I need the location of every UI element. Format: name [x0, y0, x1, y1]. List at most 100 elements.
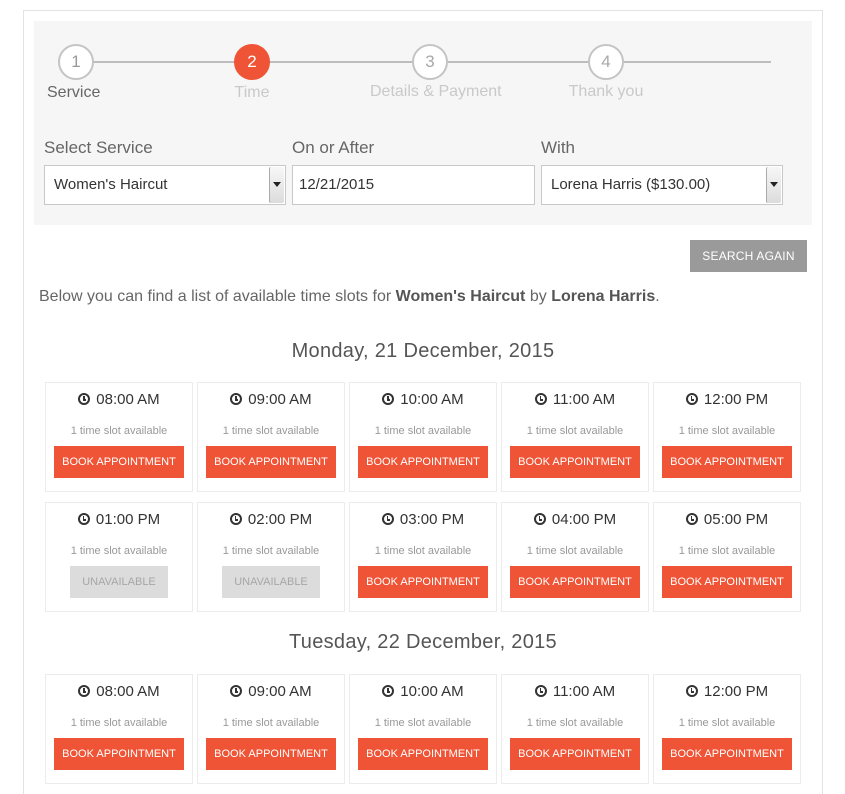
- book-appointment-button[interactable]: BOOK APPOINTMENT: [510, 738, 640, 770]
- slot-time: 11:00 AM: [502, 683, 648, 700]
- slot-time: 12:00 PM: [654, 683, 800, 700]
- book-appointment-button[interactable]: BOOK APPOINTMENT: [358, 446, 488, 478]
- slot-availability: 1 time slot available: [70, 545, 168, 557]
- search-again-button[interactable]: SEARCH AGAIN: [690, 240, 807, 272]
- clock-icon: [229, 513, 242, 525]
- slot-time-text: 12:00 PM: [703, 391, 769, 408]
- slot-availability: 1 time slot available: [222, 717, 320, 729]
- slot-availability: 1 time slot available: [222, 545, 320, 557]
- staff-label: With: [541, 138, 575, 157]
- book-appointment-button[interactable]: BOOK APPOINTMENT: [206, 446, 336, 478]
- step-label: Details & Payment: [370, 83, 502, 100]
- book-appointment-button[interactable]: BOOK APPOINTMENT: [358, 566, 488, 598]
- slot-availability: 1 time slot available: [374, 545, 472, 557]
- service-select[interactable]: Women's Haircut: [44, 165, 286, 205]
- book-appointment-button[interactable]: BOOK APPOINTMENT: [206, 738, 336, 770]
- unavailable-button: UNAVAILABLE: [70, 566, 168, 598]
- slot-availability: 1 time slot available: [526, 545, 624, 557]
- slot-time: 01:00 PM: [46, 511, 192, 528]
- intro-prefix: Below you can find a list of available t…: [39, 288, 396, 305]
- book-appointment-button[interactable]: BOOK APPOINTMENT: [662, 566, 792, 598]
- slot-time-text: 04:00 PM: [551, 511, 617, 528]
- slot-time: 09:00 AM: [198, 683, 344, 700]
- slot-time: 10:00 AM: [350, 683, 496, 700]
- step-number: 1: [58, 44, 94, 80]
- time-slot-card: 08:00 AM 1 time slot available BOOK APPOIN…: [45, 674, 193, 784]
- staff-select[interactable]: Lorena Harris ($130.00): [541, 165, 783, 205]
- clock-icon: [534, 685, 547, 697]
- slot-time: 12:00 PM: [654, 391, 800, 408]
- time-slot-card: 10:00 AM 1 time slot available BOOK APPOIN…: [349, 674, 497, 784]
- service-label: Select Service: [44, 138, 153, 157]
- step-number: 4: [588, 44, 624, 80]
- book-appointment-button[interactable]: BOOK APPOINTMENT: [54, 738, 184, 770]
- clock-icon: [78, 685, 91, 697]
- slot-time-text: 08:00 AM: [96, 391, 160, 408]
- slot-time-text: 08:00 AM: [96, 683, 160, 700]
- time-slot-card: 02:00 PM 1 time slot available UNAVAILABLE: [197, 502, 345, 612]
- clock-icon: [534, 393, 547, 405]
- time-slot-card: 12:00 PM 1 time slot available BOOK APPOIN…: [653, 382, 801, 492]
- slot-time-text: 11:00 AM: [552, 683, 616, 700]
- intro-middle: by: [525, 288, 552, 305]
- slot-time: 09:00 AM: [198, 391, 344, 408]
- slot-time-text: 09:00 AM: [248, 683, 312, 700]
- chevron-down-icon[interactable]: [766, 167, 781, 203]
- staff-select-value: Lorena Harris ($130.00): [551, 176, 711, 193]
- slot-time: 10:00 AM: [350, 391, 496, 408]
- slot-time-text: 05:00 PM: [703, 511, 769, 528]
- slot-time-text: 10:00 AM: [400, 391, 464, 408]
- intro-service: Women's Haircut: [395, 288, 526, 305]
- slot-time-text: 03:00 PM: [399, 511, 465, 528]
- slot-time-text: 02:00 PM: [247, 511, 313, 528]
- slot-availability: 1 time slot available: [678, 717, 776, 729]
- slot-time: 11:00 AM: [502, 391, 648, 408]
- step-service: 1 Service: [16, 44, 136, 102]
- time-slot-card: 08:00 AM 1 time slot available BOOK APPOIN…: [45, 382, 193, 492]
- intro-staff: Lorena Harris: [551, 288, 656, 305]
- slot-time: 05:00 PM: [654, 511, 800, 528]
- step-label: Service: [47, 84, 101, 101]
- clock-icon: [78, 393, 91, 405]
- step-label: Thank you: [568, 83, 644, 100]
- step-details-payment: 3 Details & Payment: [370, 44, 502, 101]
- clock-icon: [230, 393, 243, 405]
- slot-time: 02:00 PM: [198, 511, 344, 528]
- book-appointment-button[interactable]: BOOK APPOINTMENT: [358, 738, 488, 770]
- slot-availability: 1 time slot available: [526, 717, 624, 729]
- clock-icon: [685, 513, 698, 525]
- slot-availability: 1 time slot available: [678, 425, 776, 437]
- time-slot-card: 09:00 AM 1 time slot available BOOK APPOIN…: [197, 674, 345, 784]
- time-slot-card: 12:00 PM 1 time slot available BOOK APPOIN…: [653, 674, 801, 784]
- step-number: 3: [412, 44, 448, 80]
- time-slot-card: 11:00 AM 1 time slot available BOOK APPOIN…: [501, 382, 649, 492]
- book-appointment-button[interactable]: BOOK APPOINTMENT: [510, 446, 640, 478]
- clock-icon: [685, 685, 698, 697]
- service-select-value: Women's Haircut: [54, 176, 168, 193]
- time-slot-card: 10:00 AM 1 time slot available BOOK APPOIN…: [349, 382, 497, 492]
- book-appointment-button[interactable]: BOOK APPOINTMENT: [54, 446, 184, 478]
- book-appointment-button[interactable]: BOOK APPOINTMENT: [662, 446, 792, 478]
- clock-icon: [533, 513, 546, 525]
- book-appointment-button[interactable]: BOOK APPOINTMENT: [662, 738, 792, 770]
- time-slot-card: 03:00 PM 1 time slot available BOOK APPOIN…: [349, 502, 497, 612]
- time-slot-card: 04:00 PM 1 time slot available BOOK APPOIN…: [501, 502, 649, 612]
- unavailable-button: UNAVAILABLE: [222, 566, 320, 598]
- time-slot-card: 11:00 AM 1 time slot available BOOK APPOIN…: [501, 674, 649, 784]
- slot-time-text: 12:00 PM: [703, 683, 769, 700]
- slot-time-text: 10:00 AM: [400, 683, 464, 700]
- slot-availability: 1 time slot available: [374, 717, 472, 729]
- intro-suffix: .: [655, 288, 660, 305]
- clock-icon: [382, 393, 395, 405]
- chevron-down-icon[interactable]: [269, 167, 284, 203]
- book-appointment-button[interactable]: BOOK APPOINTMENT: [510, 566, 640, 598]
- clock-icon: [382, 685, 395, 697]
- intro-text: Below you can find a list of available t…: [39, 288, 660, 306]
- step-number: 2: [234, 44, 270, 80]
- clock-icon: [77, 513, 90, 525]
- clock-icon: [230, 685, 243, 697]
- step-thank-you: 4 Thank you: [546, 44, 666, 101]
- slot-time-text: 11:00 AM: [552, 391, 616, 408]
- slot-time-text: 01:00 PM: [95, 511, 161, 528]
- date-input[interactable]: 12/21/2015: [292, 165, 535, 205]
